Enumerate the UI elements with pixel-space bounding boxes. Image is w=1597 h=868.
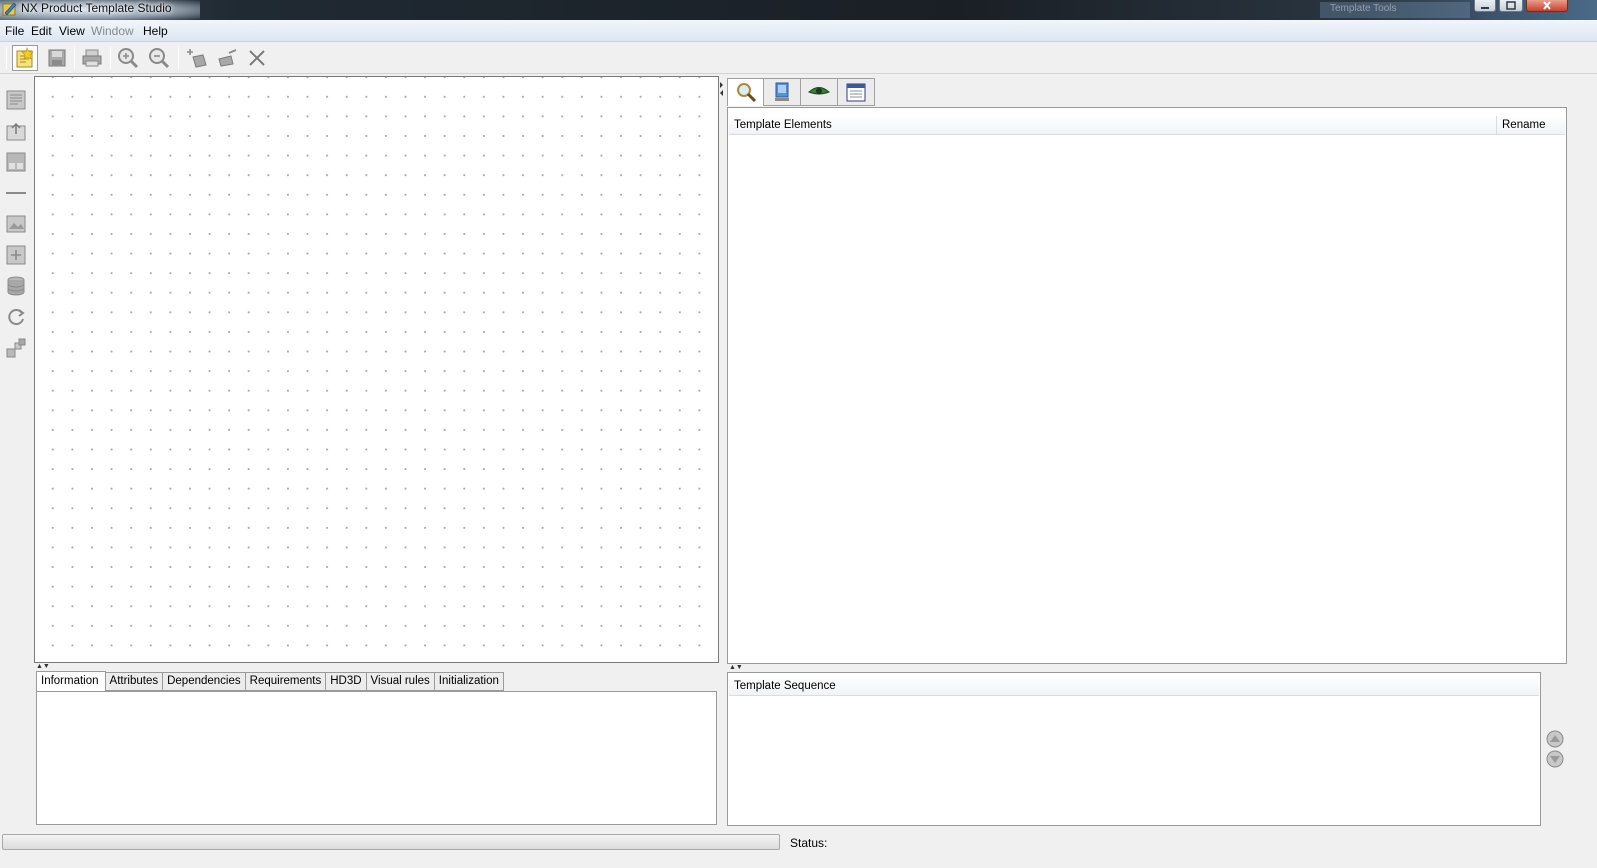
refresh-icon [8,309,25,326]
palette-separator-button[interactable] [4,181,28,205]
properties-panel [36,691,717,825]
new-template-button[interactable] [12,45,38,71]
toolbar-separator [6,47,7,69]
eye-icon [808,87,830,95]
status-label: Status: [790,836,828,850]
tab-calendar-window[interactable] [838,78,875,106]
menu-bar: File Edit View Window Help [0,20,1597,42]
column-rename[interactable]: Rename [1496,116,1565,135]
main-toolbar [0,42,1597,74]
menu-edit[interactable]: Edit [31,24,52,38]
palette-blocks-button[interactable] [4,336,28,360]
blocks-icon [6,338,26,358]
sequence-header: Template Sequence [729,676,1539,696]
tab-hd3d[interactable]: HD3D [326,672,367,691]
properties-tabs: Information Attributes Dependencies Requ… [36,671,504,691]
progress-bar [2,834,780,850]
tab-monitor[interactable] [764,78,801,106]
tab-attributes[interactable]: Attributes [105,672,164,691]
menu-file[interactable]: File [5,24,24,38]
vertical-splitter[interactable] [719,76,725,828]
application-window: NX Product Template Studio Template Tool… [0,0,1597,868]
zoom-in-icon [118,48,139,69]
move-up-icon[interactable] [1546,730,1564,748]
move-down-icon[interactable] [1546,750,1564,768]
palette-group-button[interactable] [4,119,28,143]
canvas-splitter-handle[interactable]: ▲▼ [36,663,50,670]
menu-view[interactable]: View [59,24,85,38]
template-elements-table: Template Elements Rename [727,107,1567,664]
template-sequence-panel: Template Sequence [727,672,1541,826]
background-window-ghost: Template Tools [1320,2,1470,18]
delete-button[interactable] [244,45,270,71]
page-icon [6,90,26,110]
window-title: NX Product Template Studio [21,1,172,15]
sequence-order-controls [1546,730,1564,768]
monitor-icon [775,82,789,101]
database-icon [7,276,25,296]
save-button[interactable] [44,45,70,71]
toolbar-separator [178,47,179,69]
template-canvas[interactable] [34,76,719,663]
right-splitter-handle[interactable]: ▲▼ [729,664,743,671]
zoom-in-button[interactable] [115,45,141,71]
tab-search[interactable] [727,78,764,106]
group-icon [6,122,26,141]
separator-icon [6,192,26,194]
tab-information[interactable]: Information [36,671,106,691]
new-template-icon [16,47,34,68]
delete-icon [249,50,265,66]
add-item-icon [6,245,26,265]
section-icon [6,152,26,172]
tab-requirements[interactable]: Requirements [245,672,327,691]
tab-eye[interactable] [801,78,838,106]
add-element-button[interactable] [184,45,210,71]
palette-database-button[interactable] [4,274,28,298]
minimize-icon [1481,6,1489,9]
image-icon [6,215,26,233]
menu-window[interactable]: Window [91,24,134,38]
palette-page-button[interactable] [4,88,28,112]
edit-element-button[interactable] [214,45,240,71]
tab-visual-rules[interactable]: Visual rules [366,672,435,691]
menu-help[interactable]: Help [143,24,168,38]
close-icon [1543,1,1551,10]
print-button[interactable] [79,45,105,71]
maximize-icon [1506,1,1516,10]
calendar-window-icon [846,83,866,102]
zoom-out-button[interactable] [146,45,172,71]
palette-refresh-button[interactable] [4,305,28,329]
palette-image-button[interactable] [4,212,28,236]
zoom-out-icon [149,48,170,69]
maximize-button[interactable] [1499,0,1523,12]
palette-add-item-button[interactable] [4,243,28,267]
search-icon [736,82,756,102]
tab-dependencies[interactable]: Dependencies [163,672,246,691]
edit-element-icon [218,49,237,67]
column-template-elements[interactable]: Template Elements [729,116,1496,135]
explorer-tabs [727,78,875,106]
toolbar-separator [110,47,111,69]
palette-section-button[interactable] [4,150,28,174]
table-header: Template Elements Rename [729,116,1565,135]
splitter-arrow-icon [720,82,723,96]
app-logo-icon [2,2,17,16]
tab-initialization[interactable]: Initialization [434,672,504,691]
toolbar-separator [74,47,75,69]
title-bar[interactable]: NX Product Template Studio Template Tool… [0,0,1597,20]
status-bar: Status: [0,830,1597,868]
background-window-label: Template Tools [1330,3,1397,14]
add-element-icon [187,49,207,68]
minimize-button[interactable] [1474,0,1496,12]
element-palette [0,76,32,828]
close-button[interactable] [1526,0,1568,12]
save-icon [48,49,66,67]
print-icon [82,49,102,67]
